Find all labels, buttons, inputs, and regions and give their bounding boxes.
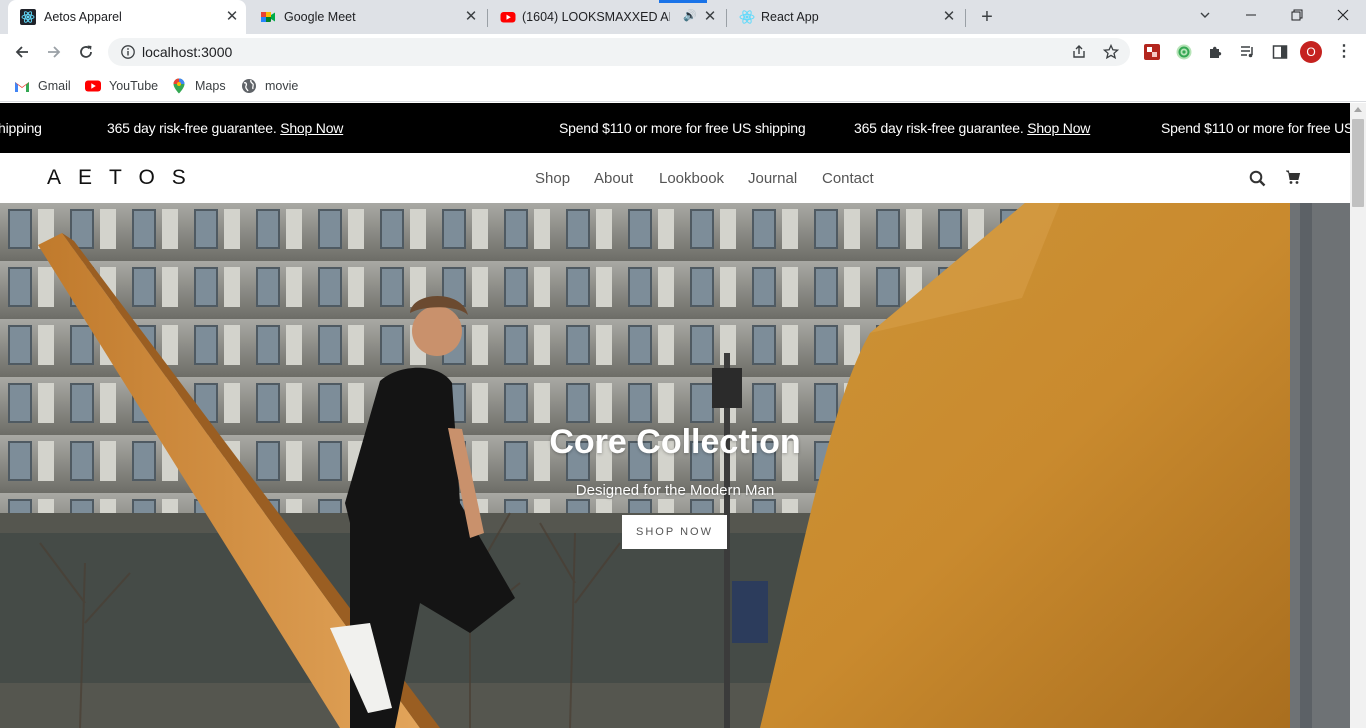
gmail-icon <box>14 78 30 94</box>
side-panel-icon[interactable] <box>1270 42 1290 62</box>
hero-image <box>0 203 1350 728</box>
bookmark-star-icon[interactable] <box>1102 43 1120 61</box>
nav-contact[interactable]: Contact <box>822 170 874 187</box>
bookmark-label: YouTube <box>109 79 159 93</box>
hero-banner: Core Collection Designed for the Modern … <box>0 203 1350 728</box>
search-icon[interactable] <box>1248 169 1266 187</box>
tab-google-meet[interactable]: Google Meet ✕ <box>248 0 486 34</box>
site-header: AETOS Shop About Lookbook Journal Contac… <box>0 153 1350 203</box>
promo-message: hipping <box>0 120 42 136</box>
close-tab-icon[interactable]: ✕ <box>941 9 957 25</box>
scroll-up-arrow-icon[interactable] <box>1354 107 1362 112</box>
tab-title: React App <box>761 10 819 24</box>
chrome-menu-icon[interactable]: ⋮ <box>1336 42 1352 62</box>
react-icon <box>20 9 36 25</box>
page-scrollbar[interactable] <box>1350 103 1366 728</box>
tab-youtube[interactable]: (1604) LOOKSMAXXED AND 🔊 ✕ <box>488 0 726 34</box>
close-tab-icon[interactable]: ✕ <box>702 9 718 25</box>
browser-toolbar: localhost:3000 O ⋮ <box>0 34 1366 70</box>
hero-title: Core Collection <box>549 423 801 461</box>
google-meet-icon <box>260 9 276 25</box>
tab-title: Aetos Apparel <box>44 10 122 24</box>
promo-marquee: hipping 365 day risk-free guarantee. Sho… <box>0 103 1350 153</box>
page-viewport: hipping 365 day risk-free guarantee. Sho… <box>0 103 1350 728</box>
profile-avatar[interactable]: O <box>1300 41 1322 63</box>
bookmark-movie[interactable]: movie <box>241 76 298 96</box>
youtube-icon <box>500 9 516 25</box>
scroll-thumb[interactable] <box>1352 119 1364 207</box>
promo-message: Spend $110 or more for free US s <box>1161 120 1350 136</box>
promo-message: 365 day risk-free guarantee. Shop Now <box>107 120 344 136</box>
tab-aetos-apparel[interactable]: Aetos Apparel ✕ <box>8 0 246 34</box>
nav-shop[interactable]: Shop <box>535 170 570 187</box>
react-icon <box>739 9 755 25</box>
bookmark-gmail[interactable]: Gmail <box>14 76 71 96</box>
share-icon[interactable] <box>1070 43 1088 61</box>
back-button[interactable] <box>10 40 34 64</box>
forward-button[interactable] <box>42 40 66 64</box>
tab-react-app[interactable]: React App ✕ <box>727 0 965 34</box>
youtube-icon <box>85 78 101 94</box>
cart-icon[interactable] <box>1284 168 1302 186</box>
extension-green-icon[interactable] <box>1174 42 1194 62</box>
bookmark-maps[interactable]: Maps <box>171 76 226 96</box>
site-info-icon[interactable] <box>120 44 136 60</box>
shop-now-link[interactable]: Shop Now <box>1027 120 1090 136</box>
hero-subtitle: Designed for the Modern Man <box>575 482 775 499</box>
bookmarks-bar: Gmail YouTube Maps movie <box>0 70 1366 102</box>
close-tab-icon[interactable]: ✕ <box>463 9 479 25</box>
close-window-button[interactable] <box>1328 5 1358 27</box>
globe-icon <box>241 78 257 94</box>
close-tab-icon[interactable]: ✕ <box>224 9 240 25</box>
minimize-button[interactable] <box>1236 5 1266 27</box>
media-control-icon[interactable] <box>1238 42 1258 62</box>
shop-now-button[interactable]: SHOP NOW <box>622 515 727 549</box>
nav-journal[interactable]: Journal <box>748 170 797 187</box>
bookmark-label: Gmail <box>38 79 71 93</box>
bookmark-label: Maps <box>195 79 226 93</box>
extensions-puzzle-icon[interactable] <box>1206 42 1226 62</box>
shop-now-link[interactable]: Shop Now <box>280 120 343 136</box>
promo-message: Spend $110 or more for free US shipping <box>559 120 806 136</box>
new-tab-button[interactable]: + <box>976 6 998 28</box>
promo-message: 365 day risk-free guarantee. Shop Now <box>854 120 1091 136</box>
site-logo[interactable]: AETOS <box>47 166 203 190</box>
reload-button[interactable] <box>74 40 98 64</box>
url-text[interactable]: localhost:3000 <box>142 44 232 60</box>
address-bar[interactable]: localhost:3000 <box>108 38 1130 66</box>
maps-icon <box>171 78 187 94</box>
tab-strip: Aetos Apparel ✕ Google Meet ✕ (1604) LOO… <box>0 0 1366 34</box>
restore-button[interactable] <box>1282 5 1312 27</box>
tab-title: (1604) LOOKSMAXXED AND <box>522 10 670 24</box>
nav-lookbook[interactable]: Lookbook <box>659 170 724 187</box>
extension-red-icon[interactable] <box>1142 42 1162 62</box>
bookmark-label: movie <box>265 79 299 93</box>
speaker-icon[interactable]: 🔊 <box>683 9 697 22</box>
tab-title: Google Meet <box>284 10 356 24</box>
bookmark-youtube[interactable]: YouTube <box>85 76 158 96</box>
tab-separator <box>965 9 966 27</box>
nav-about[interactable]: About <box>594 170 633 187</box>
tab-search-button[interactable] <box>1190 5 1220 27</box>
